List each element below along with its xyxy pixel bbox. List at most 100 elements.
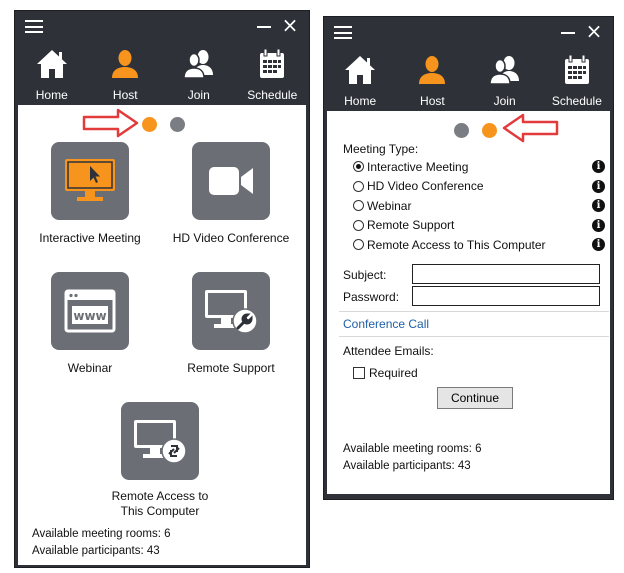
radio-webinar[interactable] <box>353 200 364 212</box>
nav-schedule[interactable]: Schedule <box>541 47 613 111</box>
option-remote-support[interactable]: Remote Support i <box>343 216 605 236</box>
available-participants: Available participants: 43 <box>32 545 160 557</box>
option-label: Interactive Meeting <box>367 159 469 174</box>
meeting-type-label: Meeting Type: <box>343 142 419 156</box>
minimize-button[interactable] <box>257 19 271 33</box>
join-users-icon <box>469 47 541 87</box>
browser-www-icon: www <box>51 272 129 350</box>
calendar-icon <box>541 47 613 87</box>
subject-input[interactable] <box>412 263 600 284</box>
title-bar: × <box>15 11 309 41</box>
option-webinar[interactable]: Webinar i <box>343 196 605 216</box>
radio-remote-support[interactable] <box>353 219 364 231</box>
title-bar: × <box>324 17 613 47</box>
main-nav: Home Host Join Schedule <box>15 41 309 105</box>
monitor-cursor-icon <box>51 142 129 220</box>
host-window-page-1: × Home Host Join Schedule Interactive Me… <box>14 10 310 568</box>
page-dot-1[interactable] <box>454 123 469 138</box>
hamburger-menu-icon[interactable] <box>334 26 352 39</box>
close-button[interactable]: × <box>281 15 299 35</box>
host-window-page-2: × Home Host Join Schedule Meeting Type: … <box>323 16 614 500</box>
option-hd-video-conference[interactable]: HD Video Conference i <box>343 177 605 197</box>
minimize-button[interactable] <box>561 25 575 39</box>
option-remote-access[interactable]: Remote Access to This Computer i <box>343 235 605 255</box>
nav-host-label: Host <box>420 94 445 108</box>
calendar-icon <box>236 41 310 81</box>
password-label: Password: <box>343 289 400 304</box>
radio-interactive-meeting[interactable] <box>353 161 364 173</box>
interactive-meeting-tile[interactable]: Interactive Meeting <box>20 142 160 246</box>
hd-video-conference-label: HD Video Conference <box>172 231 290 245</box>
remote-support-label: Remote Support <box>187 361 275 375</box>
required-label: Required <box>369 365 418 380</box>
join-users-icon <box>162 41 236 81</box>
nav-host-label: Host <box>112 88 138 102</box>
host-content-page-1: Interactive Meeting HD Video Conference … <box>18 105 306 565</box>
remote-access-label-line1: Remote Access to <box>111 489 209 503</box>
radio-remote-access[interactable] <box>353 239 364 251</box>
radio-hd-video-conference[interactable] <box>353 180 364 192</box>
interactive-meeting-label: Interactive Meeting <box>39 231 141 245</box>
nav-join-label: Join <box>187 88 210 102</box>
page-dot-2[interactable] <box>170 117 185 132</box>
webinar-tile[interactable]: www Webinar <box>20 272 160 376</box>
remote-support-tile[interactable]: Remote Support <box>161 272 301 376</box>
main-nav: Home Host Join Schedule <box>324 47 613 111</box>
annotation-arrow-left <box>502 113 559 143</box>
meeting-form: Meeting Type: Interactive Meeting i HD V… <box>339 141 609 383</box>
nav-schedule-label: Schedule <box>247 88 298 102</box>
required-checkbox[interactable] <box>353 366 365 379</box>
annotation-arrow-right <box>82 108 139 138</box>
required-checkbox-row[interactable]: Required <box>343 363 605 383</box>
host-user-icon <box>396 47 468 87</box>
availability-info: Available meeting rooms: 6 Available par… <box>32 526 171 560</box>
nav-home[interactable]: Home <box>324 47 396 111</box>
hd-video-conference-tile[interactable]: HD Video Conference <box>161 142 301 246</box>
nav-home-label: Home <box>344 94 377 108</box>
available-rooms: Available meeting rooms: 6 <box>343 443 482 455</box>
info-icon[interactable]: i <box>592 160 605 173</box>
remote-access-label: Remote Access to This Computer <box>90 489 230 519</box>
host-user-icon <box>89 41 163 81</box>
info-icon[interactable]: i <box>592 238 605 251</box>
subject-row: Subject: <box>343 263 605 286</box>
password-input[interactable] <box>412 285 600 306</box>
page-indicator <box>454 123 497 138</box>
option-label: Remote Access to This Computer <box>367 237 546 252</box>
available-participants: Available participants: 43 <box>343 460 471 472</box>
continue-button[interactable]: Continue <box>437 387 513 409</box>
close-button[interactable]: × <box>585 21 603 41</box>
page-dot-1[interactable] <box>142 117 157 132</box>
nav-schedule[interactable]: Schedule <box>236 41 310 105</box>
password-row: Password: <box>343 285 605 308</box>
info-icon[interactable]: i <box>592 199 605 212</box>
nav-join[interactable]: Join <box>162 41 236 105</box>
svg-text:www: www <box>73 309 106 323</box>
monitor-remote-icon <box>121 402 199 480</box>
nav-host[interactable]: Host <box>89 41 163 105</box>
nav-home[interactable]: Home <box>15 41 89 105</box>
subject-label: Subject: <box>343 267 387 282</box>
available-rooms: Available meeting rooms: 6 <box>32 528 171 540</box>
hamburger-menu-icon[interactable] <box>25 20 43 33</box>
home-icon <box>15 41 89 81</box>
conference-call-link[interactable]: Conference Call <box>343 312 605 336</box>
home-icon <box>324 47 396 87</box>
remote-access-tile[interactable]: Remote Access to This Computer <box>90 402 230 519</box>
page-dot-2[interactable] <box>482 123 497 138</box>
option-interactive-meeting[interactable]: Interactive Meeting i <box>343 157 605 177</box>
info-icon[interactable]: i <box>592 179 605 193</box>
option-label: Webinar <box>367 198 412 213</box>
attendee-emails-label: Attendee Emails: <box>343 343 434 358</box>
webinar-label: Webinar <box>67 361 113 375</box>
option-label: HD Video Conference <box>367 179 484 194</box>
nav-join[interactable]: Join <box>469 47 541 111</box>
option-label: Remote Support <box>367 218 455 233</box>
video-camera-icon <box>192 142 270 220</box>
nav-join-label: Join <box>493 94 516 108</box>
availability-info: Available meeting rooms: 6 Available par… <box>343 441 482 475</box>
monitor-wrench-icon <box>192 272 270 350</box>
nav-schedule-label: Schedule <box>551 94 602 108</box>
nav-host[interactable]: Host <box>396 47 468 111</box>
info-icon[interactable]: i <box>592 218 605 232</box>
